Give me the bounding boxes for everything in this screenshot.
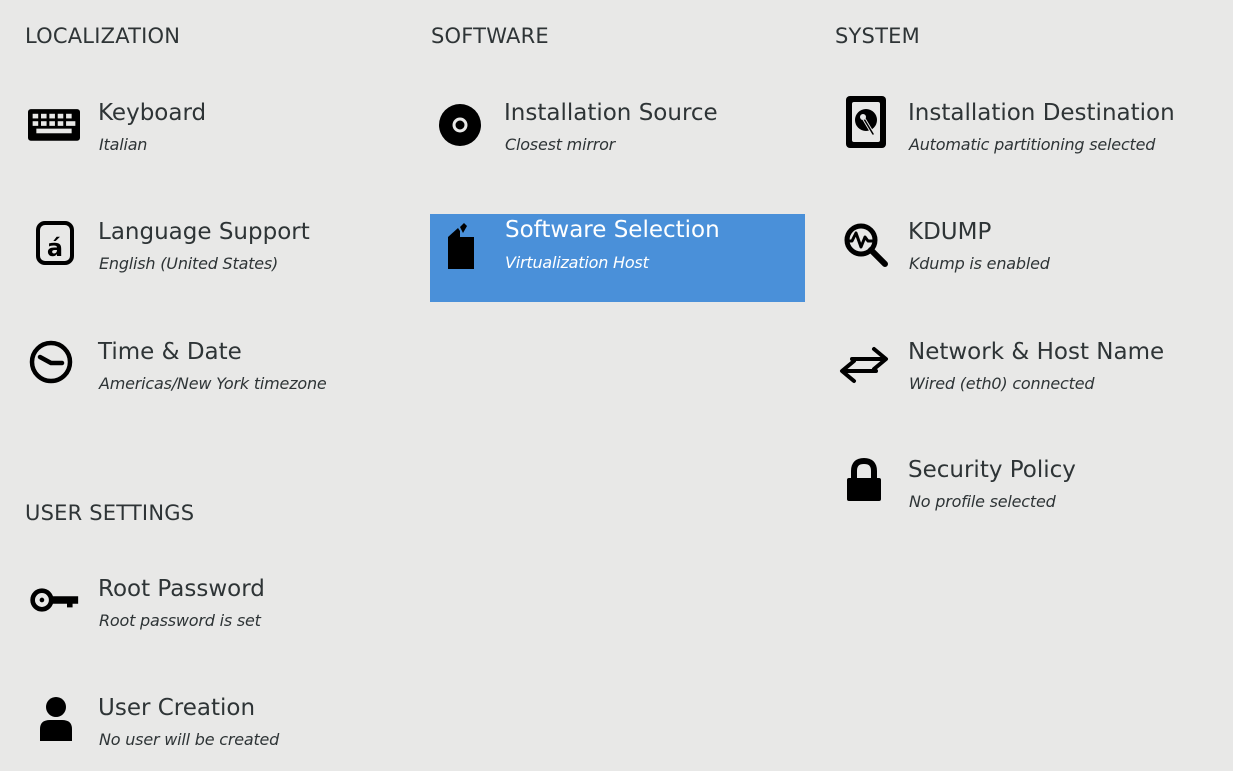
spoke-status: Wired (eth0) connected [909, 374, 1095, 393]
spoke-user-creation[interactable]: User Creation No user will be created [28, 695, 403, 771]
spoke-label: Installation Destination [908, 100, 1175, 126]
lock-icon [838, 455, 890, 507]
harddisk-icon [840, 96, 892, 148]
spoke-software-selection[interactable]: Software Selection Virtualization Host [430, 214, 805, 302]
spoke-label: Language Support [98, 219, 310, 245]
spoke-label: Keyboard [98, 100, 207, 126]
spoke-network-hostname[interactable]: Network & Host Name Wired (eth0) connect… [838, 339, 1213, 427]
network-arrows-icon [838, 339, 890, 391]
spoke-keyboard[interactable]: Keyboard Italian [28, 100, 403, 188]
key-icon [28, 574, 80, 626]
spoke-status: English (United States) [99, 254, 279, 273]
spoke-label: Network & Host Name [908, 339, 1165, 365]
package-icon [434, 218, 486, 270]
user-icon [30, 693, 82, 745]
spoke-label: User Creation [98, 695, 256, 721]
section-title-system: SYSTEM [835, 24, 920, 48]
section-title-software: SOFTWARE [431, 24, 549, 48]
spoke-status: Closest mirror [505, 135, 616, 154]
section-title-user-settings: USER SETTINGS [25, 501, 195, 525]
spoke-label: Installation Source [504, 100, 718, 126]
section-title-localization: LOCALIZATION [25, 24, 181, 48]
spoke-security-policy[interactable]: Security Policy No profile selected [838, 457, 1213, 545]
svg-text:á: á [47, 234, 63, 262]
magnifier-icon [840, 219, 892, 271]
keyboard-icon [28, 98, 80, 150]
spoke-label: KDUMP [908, 219, 992, 245]
language-icon: á [30, 217, 82, 269]
spoke-status: No profile selected [909, 492, 1056, 511]
spoke-root-password[interactable]: Root Password Root password is set [28, 576, 403, 664]
spoke-status: Americas/New York timezone [99, 374, 327, 393]
spoke-label: Root Password [98, 576, 265, 602]
clock-icon [25, 336, 77, 388]
spoke-installation-destination[interactable]: Installation Destination Automatic parti… [838, 96, 1213, 188]
spoke-status: Italian [99, 135, 148, 154]
spoke-installation-source[interactable]: Installation Source Closest mirror [434, 100, 809, 188]
spoke-kdump[interactable]: KDUMP Kdump is enabled [838, 219, 1213, 307]
spoke-status: No user will be created [99, 730, 280, 749]
spoke-status: Virtualization Host [505, 253, 649, 272]
spoke-label: Software Selection [505, 217, 720, 243]
spoke-status: Kdump is enabled [909, 254, 1050, 273]
disc-icon [434, 99, 486, 151]
spoke-label: Security Policy [908, 457, 1076, 483]
spoke-status: Root password is set [99, 611, 261, 630]
spoke-time-date[interactable]: Time & Date Americas/New York timezone [28, 339, 403, 427]
spoke-language-support[interactable]: á Language Support English (United State… [28, 219, 403, 307]
spoke-status: Automatic partitioning selected [909, 135, 1156, 154]
spoke-label: Time & Date [98, 339, 242, 365]
